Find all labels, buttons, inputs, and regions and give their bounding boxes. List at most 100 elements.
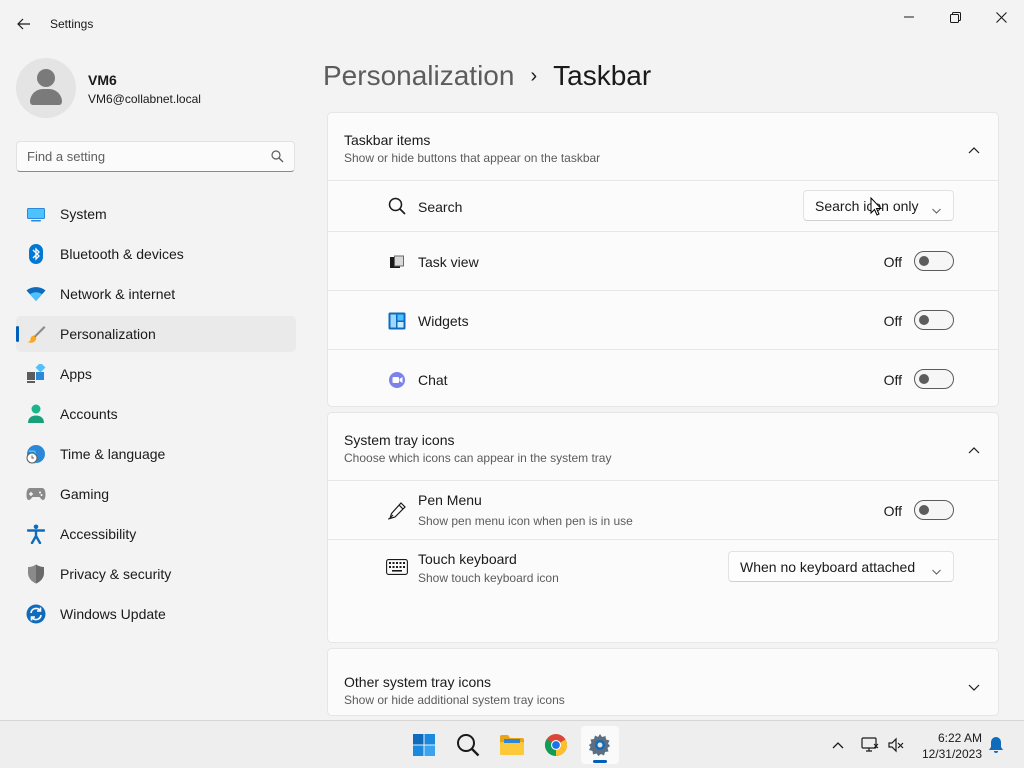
restore-button[interactable] bbox=[932, 4, 978, 30]
toggle-knob bbox=[919, 374, 929, 384]
section-subtitle: Show or hide additional system tray icon… bbox=[344, 693, 565, 707]
close-icon bbox=[995, 11, 1007, 23]
chat-icon bbox=[386, 369, 408, 391]
avatar-body bbox=[30, 89, 62, 105]
chat-row: Chat Off bbox=[328, 350, 998, 406]
sidebar-item-bluetooth[interactable]: Bluetooth & devices bbox=[16, 236, 296, 272]
row-label: Task view bbox=[418, 254, 479, 270]
user-name: VM6 bbox=[88, 72, 117, 88]
system-tray-card: System tray icons Choose which icons can… bbox=[327, 412, 999, 643]
row-description: Show pen menu icon when pen is in use bbox=[418, 514, 633, 528]
restore-icon bbox=[949, 11, 961, 23]
search-row: Search Search icon only bbox=[328, 181, 998, 232]
other-tray-card[interactable]: Other system tray icons Show or hide add… bbox=[327, 648, 999, 716]
chevron-down-icon[interactable] bbox=[968, 679, 980, 697]
close-button[interactable] bbox=[978, 4, 1024, 30]
touch-keyboard-row: Touch keyboard Show touch keyboard icon … bbox=[328, 540, 998, 594]
section-subtitle: Choose which icons can appear in the sys… bbox=[344, 451, 612, 465]
notifications-button[interactable] bbox=[986, 735, 1006, 755]
widgets-toggle[interactable] bbox=[914, 310, 954, 330]
wifi-icon bbox=[26, 284, 46, 304]
sidebar-item-windows-update[interactable]: Windows Update bbox=[16, 596, 296, 632]
sidebar-item-gaming[interactable]: Gaming bbox=[16, 476, 296, 512]
search-box[interactable] bbox=[16, 141, 295, 172]
sidebar-item-label: Apps bbox=[60, 366, 92, 382]
dropdown-value: When no keyboard attached bbox=[740, 558, 916, 575]
task-view-toggle[interactable] bbox=[914, 251, 954, 271]
search-icon bbox=[457, 734, 480, 757]
bell-icon bbox=[989, 737, 1003, 753]
show-hidden-icons-button[interactable] bbox=[828, 735, 848, 755]
pen-menu-toggle[interactable] bbox=[914, 500, 954, 520]
brush-icon bbox=[26, 324, 46, 344]
chrome-icon bbox=[545, 734, 567, 756]
sidebar-item-personalization[interactable]: Personalization bbox=[16, 316, 296, 352]
back-arrow-icon bbox=[17, 18, 30, 30]
toggle-knob bbox=[919, 505, 929, 515]
taskbar-search-button[interactable] bbox=[449, 726, 487, 764]
section-subtitle: Show or hide buttons that appear on the … bbox=[344, 151, 601, 165]
back-button[interactable] bbox=[10, 12, 38, 36]
sidebar-item-network[interactable]: Network & internet bbox=[16, 276, 296, 312]
volume-tray-button[interactable] bbox=[886, 735, 906, 755]
app-title: Settings bbox=[50, 17, 94, 31]
section-title: Other system tray icons bbox=[344, 674, 492, 690]
sidebar-item-accounts[interactable]: Accounts bbox=[16, 396, 296, 432]
task-view-icon bbox=[386, 251, 408, 273]
shield-icon bbox=[26, 564, 46, 584]
task-view-row: Task view Off bbox=[328, 232, 998, 291]
chat-toggle[interactable] bbox=[914, 369, 954, 389]
file-explorer-button[interactable] bbox=[493, 726, 531, 764]
avatar-head bbox=[37, 69, 55, 87]
row-label: Chat bbox=[418, 372, 448, 388]
minimize-button[interactable] bbox=[886, 4, 932, 30]
start-button[interactable] bbox=[405, 726, 443, 764]
avatar[interactable] bbox=[16, 58, 76, 118]
system-tray-header[interactable]: System tray icons Choose which icons can… bbox=[328, 413, 998, 481]
row-label: Widgets bbox=[418, 313, 469, 329]
row-label: Pen Menu bbox=[418, 492, 482, 508]
clock-date: 12/31/2023 bbox=[921, 747, 982, 761]
sidebar-item-apps[interactable]: Apps bbox=[16, 356, 296, 392]
network-tray-button[interactable] bbox=[860, 735, 880, 755]
search-icon[interactable] bbox=[271, 150, 284, 168]
sidebar-nav: System Bluetooth & devices Network & int… bbox=[16, 196, 296, 636]
system-icon bbox=[26, 204, 46, 224]
taskbar-items-card: Taskbar items Show or hide buttons that … bbox=[327, 112, 999, 407]
sidebar-item-label: System bbox=[60, 206, 107, 222]
row-label: Search bbox=[418, 199, 463, 215]
breadcrumb-separator: › bbox=[530, 64, 538, 87]
pen-icon bbox=[386, 500, 408, 522]
row-label: Touch keyboard bbox=[418, 551, 517, 567]
search-input[interactable] bbox=[17, 142, 267, 171]
chevron-up-icon[interactable] bbox=[968, 441, 980, 459]
title-bar: Settings bbox=[0, 0, 1024, 48]
dropdown-value: Search icon only bbox=[815, 197, 919, 214]
settings-button[interactable] bbox=[581, 726, 619, 764]
pen-menu-row: Pen Menu Show pen menu icon when pen is … bbox=[328, 481, 998, 540]
gamepad-icon bbox=[26, 484, 46, 504]
breadcrumb-parent[interactable]: Personalization bbox=[323, 60, 514, 92]
sidebar-item-system[interactable]: System bbox=[16, 196, 296, 232]
chevron-up-icon[interactable] bbox=[968, 141, 980, 159]
touch-keyboard-dropdown[interactable]: When no keyboard attached bbox=[728, 551, 954, 582]
widgets-icon bbox=[386, 310, 408, 332]
file-explorer-icon bbox=[500, 735, 524, 755]
section-title: Taskbar items bbox=[344, 132, 431, 148]
chevron-down-icon bbox=[932, 201, 941, 217]
chevron-up-icon bbox=[832, 742, 844, 749]
sidebar-item-label: Gaming bbox=[60, 486, 110, 502]
sidebar-item-label: Time & language bbox=[60, 446, 166, 462]
sidebar-item-label: Network & internet bbox=[60, 286, 176, 302]
keyboard-icon bbox=[386, 556, 408, 578]
start-icon bbox=[413, 734, 435, 756]
sidebar-item-time-language[interactable]: Time & language bbox=[16, 436, 296, 472]
sidebar-item-label: Accounts bbox=[60, 406, 118, 422]
sidebar-item-accessibility[interactable]: Accessibility bbox=[16, 516, 296, 552]
toggle-state-text: Off bbox=[883, 313, 902, 329]
sidebar-item-privacy-security[interactable]: Privacy & security bbox=[16, 556, 296, 592]
toggle-state-text: Off bbox=[883, 372, 902, 388]
chrome-button[interactable] bbox=[537, 726, 575, 764]
taskbar-items-header[interactable]: Taskbar items Show or hide buttons that … bbox=[328, 113, 998, 181]
clock[interactable]: 6:22 AM 12/31/2023 bbox=[922, 730, 982, 762]
